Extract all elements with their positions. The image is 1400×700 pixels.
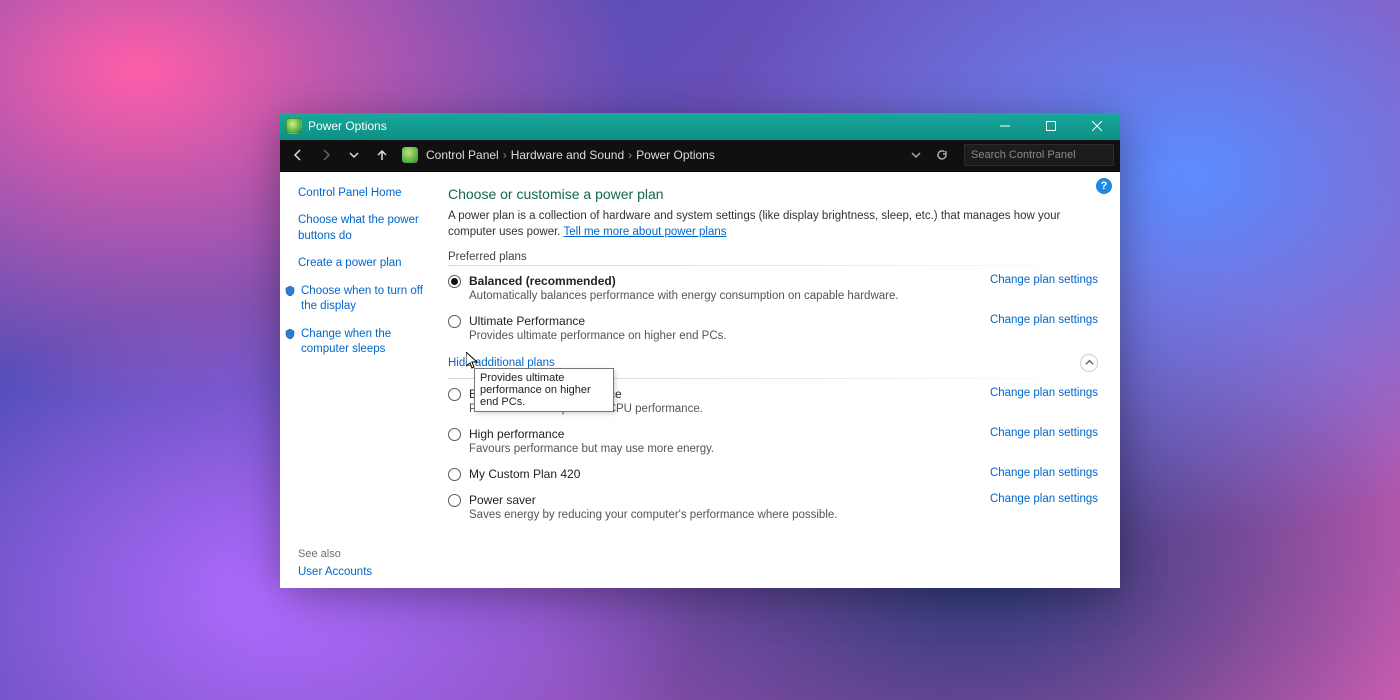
window-controls bbox=[982, 113, 1120, 140]
plan-row: Power saver Saves energy by reducing you… bbox=[448, 493, 1098, 521]
see-also-user-accounts[interactable]: User Accounts bbox=[298, 566, 372, 578]
nav-back-button[interactable] bbox=[286, 143, 310, 167]
change-plan-settings-link[interactable]: Change plan settings bbox=[990, 314, 1098, 326]
plan-row: Ultimate Performance Provides ultimate p… bbox=[448, 314, 1098, 342]
arrow-up-icon bbox=[376, 149, 388, 161]
breadcrumb-item[interactable]: Power Options bbox=[636, 148, 715, 162]
plan-name: Balanced (recommended) bbox=[469, 274, 974, 288]
intro-text: A power plan is a collection of hardware… bbox=[448, 208, 1098, 241]
change-plan-settings-link[interactable]: Change plan settings bbox=[990, 467, 1098, 479]
address-bar-icon bbox=[402, 147, 418, 163]
change-plan-settings-link[interactable]: Change plan settings bbox=[990, 427, 1098, 439]
search-box[interactable] bbox=[964, 144, 1114, 166]
plan-radio-bitsum[interactable] bbox=[448, 388, 461, 401]
change-plan-settings-link[interactable]: Change plan settings bbox=[990, 274, 1098, 286]
refresh-button[interactable] bbox=[930, 143, 954, 167]
sidebar-item-computer-sleeps[interactable]: Change when the computer sleeps bbox=[284, 327, 430, 358]
see-also-header: See also bbox=[298, 548, 430, 560]
power-options-window: Power Options Control bbox=[280, 113, 1120, 588]
plan-desc: Automatically balances performance with … bbox=[469, 290, 974, 302]
chevron-right-icon: › bbox=[628, 148, 632, 162]
plan-name: High performance bbox=[469, 427, 974, 441]
titlebar: Power Options bbox=[280, 113, 1120, 140]
arrow-left-icon bbox=[292, 149, 304, 161]
address-actions bbox=[904, 143, 954, 167]
plan-row: High performance Favours performance but… bbox=[448, 427, 1098, 455]
content: Control Panel Home Choose what the power… bbox=[280, 172, 1120, 588]
change-plan-settings-link[interactable]: Change plan settings bbox=[990, 387, 1098, 399]
nav-up-button[interactable] bbox=[370, 143, 394, 167]
address-dropdown-button[interactable] bbox=[904, 143, 928, 167]
breadcrumb-item[interactable]: Control Panel bbox=[426, 148, 499, 162]
help-button[interactable]: ? bbox=[1096, 178, 1112, 194]
sidebar-item-create-plan[interactable]: Create a power plan bbox=[298, 256, 430, 272]
breadcrumb-item[interactable]: Hardware and Sound bbox=[511, 148, 624, 162]
collapse-button[interactable] bbox=[1080, 354, 1098, 372]
plan-desc: Provides ultimate performance on higher … bbox=[469, 330, 974, 342]
breadcrumb[interactable]: Control Panel › Hardware and Sound › Pow… bbox=[426, 148, 900, 162]
close-button[interactable] bbox=[1074, 113, 1120, 140]
plan-name: Power saver bbox=[469, 493, 974, 507]
arrow-right-icon bbox=[320, 149, 332, 161]
page-title: Choose or customise a power plan bbox=[448, 186, 1098, 202]
app-icon bbox=[286, 118, 302, 134]
sidebar-item-power-buttons[interactable]: Choose what the power buttons do bbox=[298, 213, 430, 244]
window-title: Power Options bbox=[308, 119, 387, 133]
tooltip: Provides ultimate performance on higher … bbox=[474, 368, 614, 412]
sidebar-home-link[interactable]: Control Panel Home bbox=[298, 186, 430, 202]
shield-icon bbox=[284, 328, 296, 340]
nav-history-button[interactable] bbox=[342, 143, 366, 167]
preferred-plans-label: Preferred plans bbox=[448, 251, 1098, 263]
chevron-right-icon: › bbox=[503, 148, 507, 162]
plan-radio-custom-420[interactable] bbox=[448, 468, 461, 481]
navbar: Control Panel › Hardware and Sound › Pow… bbox=[280, 140, 1120, 172]
minimize-icon bbox=[1000, 121, 1010, 131]
close-icon bbox=[1092, 121, 1102, 131]
plan-radio-balanced[interactable] bbox=[448, 275, 461, 288]
chevron-up-icon bbox=[1085, 358, 1094, 367]
sidebar-item-label: Change when the computer sleeps bbox=[301, 327, 430, 358]
minimize-button[interactable] bbox=[982, 113, 1028, 140]
titlebar-left: Power Options bbox=[286, 118, 387, 134]
divider bbox=[448, 265, 1098, 266]
chevron-down-icon bbox=[348, 149, 360, 161]
maximize-button[interactable] bbox=[1028, 113, 1074, 140]
plan-row: My Custom Plan 420 Change plan settings bbox=[448, 467, 1098, 481]
shield-icon bbox=[284, 285, 296, 297]
plan-row: Balanced (recommended) Automatically bal… bbox=[448, 274, 1098, 302]
plan-name: Ultimate Performance bbox=[469, 314, 974, 328]
maximize-icon bbox=[1046, 121, 1056, 131]
nav-forward-button[interactable] bbox=[314, 143, 338, 167]
plan-radio-ultimate[interactable] bbox=[448, 315, 461, 328]
plan-desc: Saves energy by reducing your computer's… bbox=[469, 509, 974, 521]
plan-radio-power-saver[interactable] bbox=[448, 494, 461, 507]
search-input[interactable] bbox=[971, 149, 1113, 161]
change-plan-settings-link[interactable]: Change plan settings bbox=[990, 493, 1098, 505]
plan-radio-high-performance[interactable] bbox=[448, 428, 461, 441]
sidebar-item-label: Choose when to turn off the display bbox=[301, 284, 430, 315]
intro-body: A power plan is a collection of hardware… bbox=[448, 210, 1060, 239]
chevron-down-icon bbox=[910, 149, 922, 161]
intro-link[interactable]: Tell me more about power plans bbox=[564, 226, 727, 238]
plan-desc: Favours performance but may use more ene… bbox=[469, 443, 974, 455]
sidebar-item-turn-off-display[interactable]: Choose when to turn off the display bbox=[284, 284, 430, 315]
sidebar: Control Panel Home Choose what the power… bbox=[280, 172, 440, 588]
plan-name: My Custom Plan 420 bbox=[469, 467, 974, 481]
refresh-icon bbox=[936, 149, 948, 161]
